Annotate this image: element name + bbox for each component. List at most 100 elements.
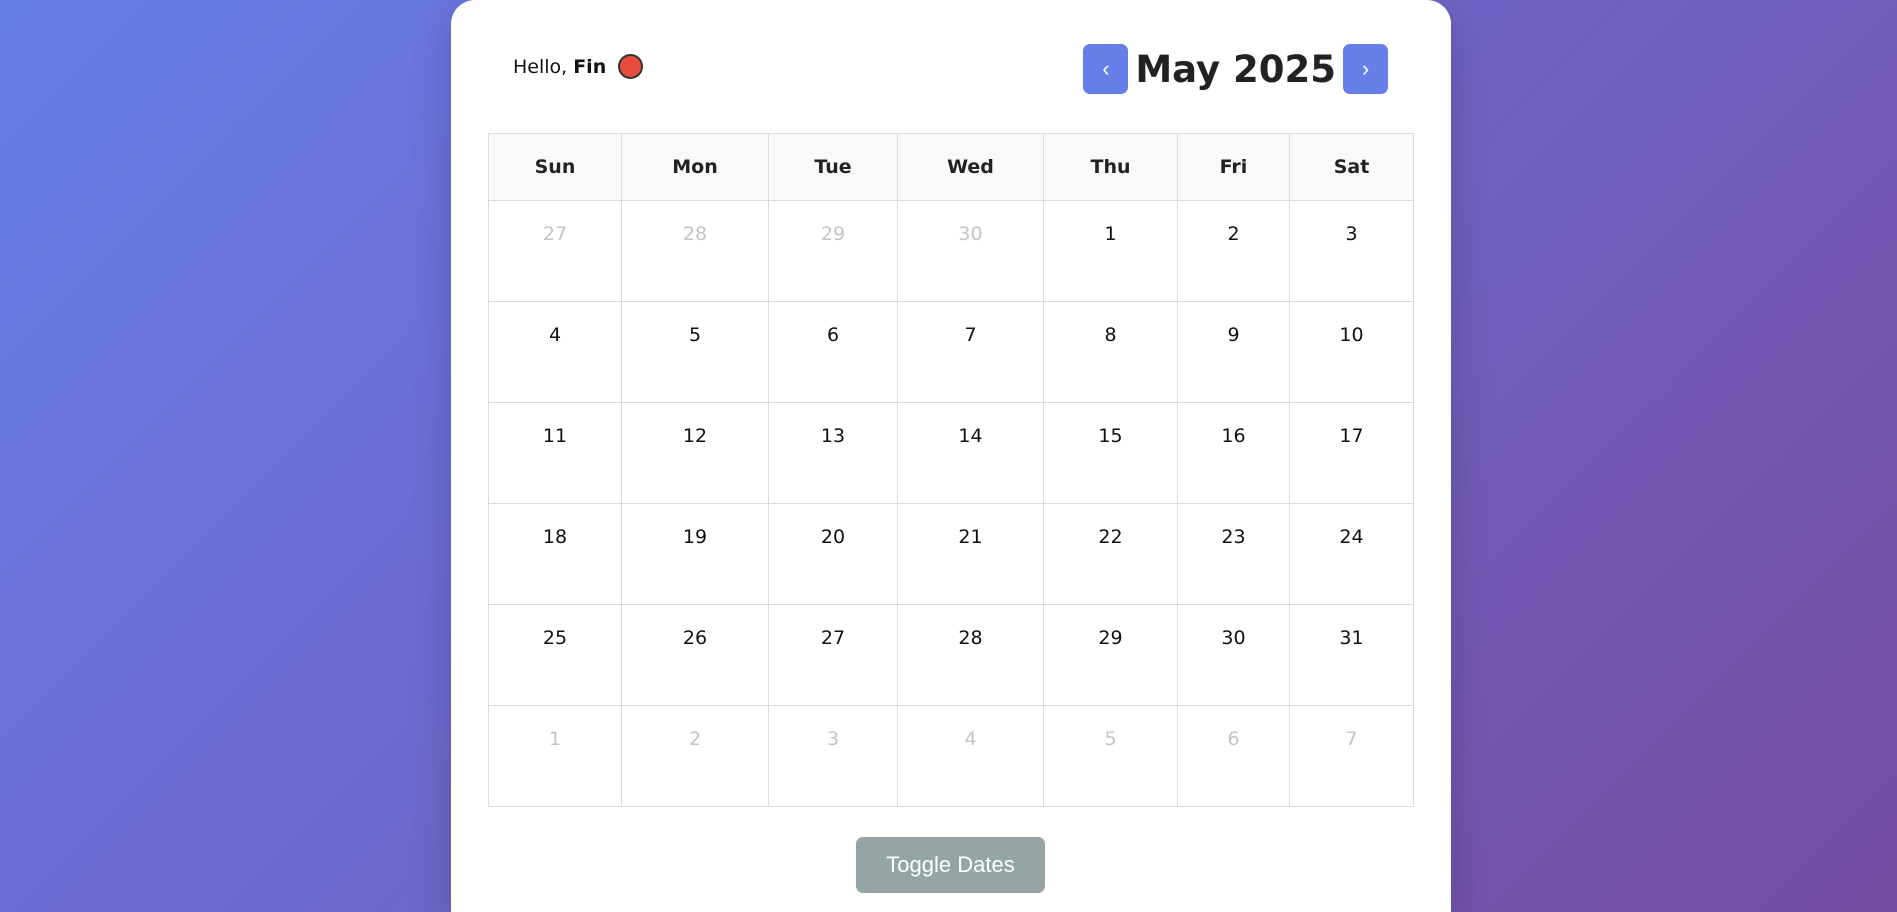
day-number: 11 [542, 425, 568, 447]
calendar-day-cell[interactable]: 10 [1289, 301, 1414, 403]
calendar-day-cell[interactable]: 29 [1043, 604, 1178, 706]
calendar-day-cell-other-month[interactable]: 28 [621, 200, 769, 302]
calendar-day-cell[interactable]: 9 [1177, 301, 1290, 403]
day-number: 5 [1104, 728, 1117, 750]
day-number: 2 [1227, 223, 1240, 245]
calendar-day-cell[interactable]: 11 [488, 402, 622, 504]
calendar-week-row: 11 12 13 14 15 16 17 [488, 402, 1414, 504]
calendar-day-cell-other-month[interactable]: 27 [488, 200, 622, 302]
day-number: 20 [820, 526, 846, 548]
calendar-day-cell[interactable]: 26 [621, 604, 769, 706]
day-number: 19 [682, 526, 708, 548]
day-number: 23 [1221, 526, 1246, 548]
calendar-day-cell[interactable]: 7 [897, 301, 1044, 403]
day-number: 21 [958, 526, 983, 548]
day-number: 29 [820, 223, 846, 245]
calendar-day-cell-other-month[interactable]: 4 [897, 705, 1044, 807]
next-month-button[interactable]: › [1343, 44, 1388, 94]
calendar-day-cell[interactable]: 16 [1177, 402, 1290, 504]
calendar-day-cell[interactable]: 17 [1289, 402, 1414, 504]
calendar-day-cell[interactable]: 1 [1043, 200, 1178, 302]
calendar-week-row: 4 5 6 7 8 9 10 [488, 301, 1414, 403]
calendar-day-cell-other-month[interactable]: 5 [1043, 705, 1178, 807]
calendar-day-cell[interactable]: 5 [621, 301, 769, 403]
month-title: May 2025 [1135, 47, 1336, 91]
calendar-week-row: 18 19 20 21 22 23 24 [488, 503, 1414, 605]
calendar-day-cell[interactable]: 18 [488, 503, 622, 605]
calendar-day-cell[interactable]: 3 [1289, 200, 1414, 302]
day-number: 4 [548, 324, 562, 346]
weekday-header: Tue [768, 133, 898, 201]
user-name: Fin [573, 55, 607, 78]
day-number: 12 [682, 425, 708, 447]
calendar-day-cell-other-month[interactable]: 29 [768, 200, 898, 302]
day-number: 27 [820, 627, 846, 649]
day-number: 16 [1221, 425, 1246, 447]
calendar-week-row: 1 2 3 4 5 6 7 [488, 705, 1414, 807]
calendar-day-cell[interactable]: 25 [488, 604, 622, 706]
greeting-prefix: Hello, [513, 55, 568, 78]
day-number: 6 [1227, 728, 1240, 750]
calendar-week-row: 25 26 27 28 29 30 31 [488, 604, 1414, 706]
calendar-day-cell[interactable]: 24 [1289, 503, 1414, 605]
day-number: 17 [1339, 425, 1364, 447]
day-number: 10 [1339, 324, 1364, 346]
calendar-day-cell[interactable]: 12 [621, 402, 769, 504]
calendar-day-cell[interactable]: 6 [768, 301, 898, 403]
calendar-grid: Sun Mon Tue Wed Thu Fri Sat 27 28 29 30 1 2 3 4… [488, 133, 1414, 807]
month-nav: ‹ May 2025 › [1083, 44, 1388, 94]
calendar-day-cell[interactable]: 27 [768, 604, 898, 706]
day-number: 4 [964, 728, 977, 750]
calendar-day-cell[interactable]: 19 [621, 503, 769, 605]
calendar-day-cell-other-month[interactable]: 6 [1177, 705, 1290, 807]
day-number: 3 [1345, 223, 1358, 245]
day-number: 1 [1104, 223, 1117, 245]
weekday-header: Thu [1043, 133, 1178, 201]
day-number: 5 [688, 324, 702, 346]
day-number: 18 [542, 526, 568, 548]
calendar-day-cell[interactable]: 22 [1043, 503, 1178, 605]
weekday-header: Wed [897, 133, 1044, 201]
calendar-day-cell-other-month[interactable]: 1 [488, 705, 622, 807]
calendar-day-cell-other-month[interactable]: 2 [621, 705, 769, 807]
day-number: 24 [1339, 526, 1364, 548]
calendar-day-cell[interactable]: 2 [1177, 200, 1290, 302]
calendar-day-cell[interactable]: 8 [1043, 301, 1178, 403]
calendar-day-cell[interactable]: 31 [1289, 604, 1414, 706]
calendar-day-cell-other-month[interactable]: 30 [897, 200, 1044, 302]
day-number: 29 [1098, 627, 1123, 649]
day-number: 7 [1345, 728, 1358, 750]
weekday-header: Mon [621, 133, 769, 201]
calendar-day-cell[interactable]: 13 [768, 402, 898, 504]
day-number: 3 [826, 728, 840, 750]
calendar-day-cell-other-month[interactable]: 3 [768, 705, 898, 807]
calendar-day-cell-other-month[interactable]: 7 [1289, 705, 1414, 807]
day-number: 6 [826, 324, 840, 346]
calendar-day-cell[interactable]: 15 [1043, 402, 1178, 504]
day-number: 30 [1221, 627, 1246, 649]
day-number: 9 [1227, 324, 1240, 346]
toggle-dates-button[interactable]: Toggle Dates [856, 837, 1045, 893]
day-number: 26 [682, 627, 708, 649]
calendar-day-cell[interactable]: 23 [1177, 503, 1290, 605]
day-number: 28 [682, 223, 708, 245]
calendar-day-cell[interactable]: 21 [897, 503, 1044, 605]
weekday-header-row: Sun Mon Tue Wed Thu Fri Sat [488, 133, 1414, 201]
day-number: 13 [820, 425, 846, 447]
day-number: 15 [1098, 425, 1123, 447]
day-number: 27 [542, 223, 568, 245]
calendar-day-cell[interactable]: 30 [1177, 604, 1290, 706]
status-dot-icon [618, 54, 644, 79]
prev-month-button[interactable]: ‹ [1083, 44, 1129, 94]
calendar-day-cell[interactable]: 4 [488, 301, 622, 403]
weekday-header: Sun [488, 133, 622, 201]
day-number: 28 [958, 627, 983, 649]
calendar-card: Hello, Fin ‹ May 2025 › Sun Mon Tue Wed … [451, 0, 1451, 912]
day-number: 31 [1339, 627, 1364, 649]
day-number: 14 [958, 425, 983, 447]
weekday-header: Fri [1177, 133, 1290, 201]
calendar-day-cell[interactable]: 14 [897, 402, 1044, 504]
calendar-day-cell[interactable]: 28 [897, 604, 1044, 706]
calendar-day-cell[interactable]: 20 [768, 503, 898, 605]
day-number: 22 [1098, 526, 1123, 548]
